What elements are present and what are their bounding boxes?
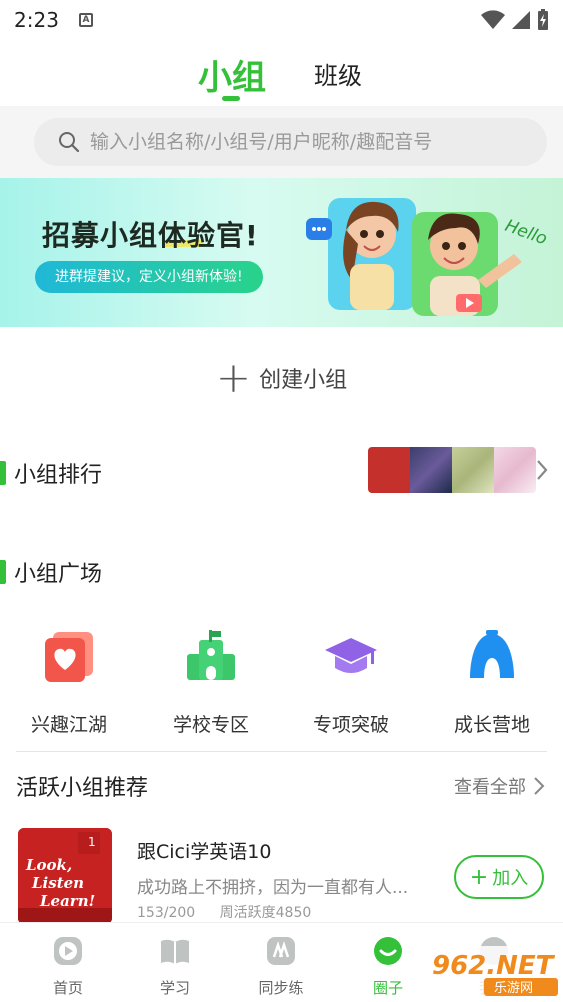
tent-icon (470, 630, 514, 678)
recruit-banner[interactable]: 招募小组体验官! 进群提建议，定义小组新体验! Hello (0, 178, 563, 327)
signal-icon (512, 11, 530, 29)
category-label: 专项突破 (312, 714, 389, 736)
cover-line-1: Look, (25, 856, 72, 874)
category-label: 兴趣江湖 (30, 714, 107, 736)
status-time: 2:23 (14, 8, 59, 32)
watermark-text: 962.NET (432, 951, 556, 981)
nav-circle[interactable]: 圈子 (348, 935, 428, 998)
nav-label: 同步练 (258, 979, 304, 997)
tab-group[interactable]: 小组 (198, 50, 266, 99)
watermark-sub: 乐游网 (494, 981, 533, 996)
category-school[interactable]: 学校专区 (156, 628, 266, 737)
rank-thumb-3 (452, 447, 494, 493)
banner-title: 招募小组体验官! (42, 219, 259, 252)
rank-thumb-4 (494, 447, 536, 493)
play-circle-icon (54, 937, 82, 965)
site-watermark-logo: 962.NET 乐游网 (424, 946, 563, 996)
tab-class[interactable]: 班级 (314, 56, 362, 91)
search-icon (59, 132, 80, 153)
plaza-title: 小组广场 (14, 562, 103, 587)
graduation-cap-icon (325, 638, 377, 673)
tab-active-indicator (222, 96, 240, 101)
practice-icon (267, 937, 295, 965)
ranking-section[interactable]: 小组排行 (0, 457, 102, 489)
cover-line-3: Learn! (39, 892, 95, 910)
banner-hello: Hello (502, 216, 549, 250)
divider (16, 751, 547, 752)
search-box[interactable] (34, 118, 547, 166)
circle-chat-icon (374, 937, 402, 965)
book-icon (161, 939, 189, 964)
see-all-label: 查看全部 (454, 777, 526, 798)
search-input[interactable] (90, 131, 510, 153)
rank-thumb-2 (410, 447, 452, 493)
chevron-right-icon[interactable] (535, 458, 549, 482)
nav-label: 学习 (159, 979, 190, 997)
status-bar: 2:23 A (0, 0, 563, 40)
status-icons (481, 9, 549, 31)
join-button[interactable]: + 加入 (454, 855, 544, 899)
plus-icon: + (469, 864, 489, 890)
chevron-right-icon (534, 777, 545, 795)
section-accent-bar (0, 560, 6, 584)
category-interest[interactable]: 兴趣江湖 (14, 628, 124, 737)
wifi-icon (481, 10, 505, 29)
group-cover-image[interactable]: 1 Look, Listen Learn! (18, 828, 112, 924)
category-special[interactable]: 专项突破 (296, 628, 406, 737)
banner-kids-illustration: Hello (306, 198, 550, 316)
plus-icon: + (215, 353, 252, 402)
group-name[interactable]: 跟Cici学英语10 (137, 837, 271, 864)
see-all-link[interactable]: 查看全部 (454, 773, 546, 799)
search-bar (0, 106, 563, 178)
battery-icon (538, 9, 548, 30)
create-group-label: 创建小组 (259, 368, 348, 393)
category-label: 学校专区 (172, 714, 249, 736)
category-label: 成长营地 (453, 714, 530, 736)
category-camp[interactable]: 成长营地 (437, 628, 547, 737)
nav-study[interactable]: 学习 (135, 935, 215, 998)
cover-number: 1 (88, 835, 96, 849)
section-accent-bar (0, 461, 6, 485)
group-activity: 周活跃度4850 (219, 905, 312, 921)
top-tabs: 小组 班级 (0, 48, 563, 106)
group-members: 153/200 (137, 905, 196, 921)
rank-thumb-1 (368, 447, 410, 493)
recommend-title: 活跃小组推荐 (16, 776, 149, 801)
school-icon (187, 630, 235, 680)
notification-a-icon: A (78, 13, 93, 27)
nav-label: 首页 (52, 979, 83, 997)
group-meta: 153/200 周活跃度4850 (137, 902, 331, 922)
book-cover-art: 1 Look, Listen Learn! (18, 828, 112, 924)
nav-label: 圈子 (372, 979, 403, 997)
heart-card-icon (45, 632, 93, 682)
join-label: 加入 (492, 868, 529, 889)
ranking-title: 小组排行 (14, 463, 103, 488)
ranking-thumbnails[interactable] (368, 447, 536, 493)
plaza-section: 小组广场 (0, 556, 102, 588)
create-group-button[interactable]: + 创建小组 (0, 352, 563, 404)
nav-sync-practice[interactable]: 同步练 (241, 935, 321, 998)
cover-line-2: Listen (31, 874, 84, 892)
nav-home[interactable]: 首页 (28, 935, 108, 998)
group-description: 成功路上不拥挤，因为一直都有人... (137, 878, 409, 898)
banner-cta-button[interactable]: 进群提建议，定义小组新体验! (35, 261, 263, 293)
